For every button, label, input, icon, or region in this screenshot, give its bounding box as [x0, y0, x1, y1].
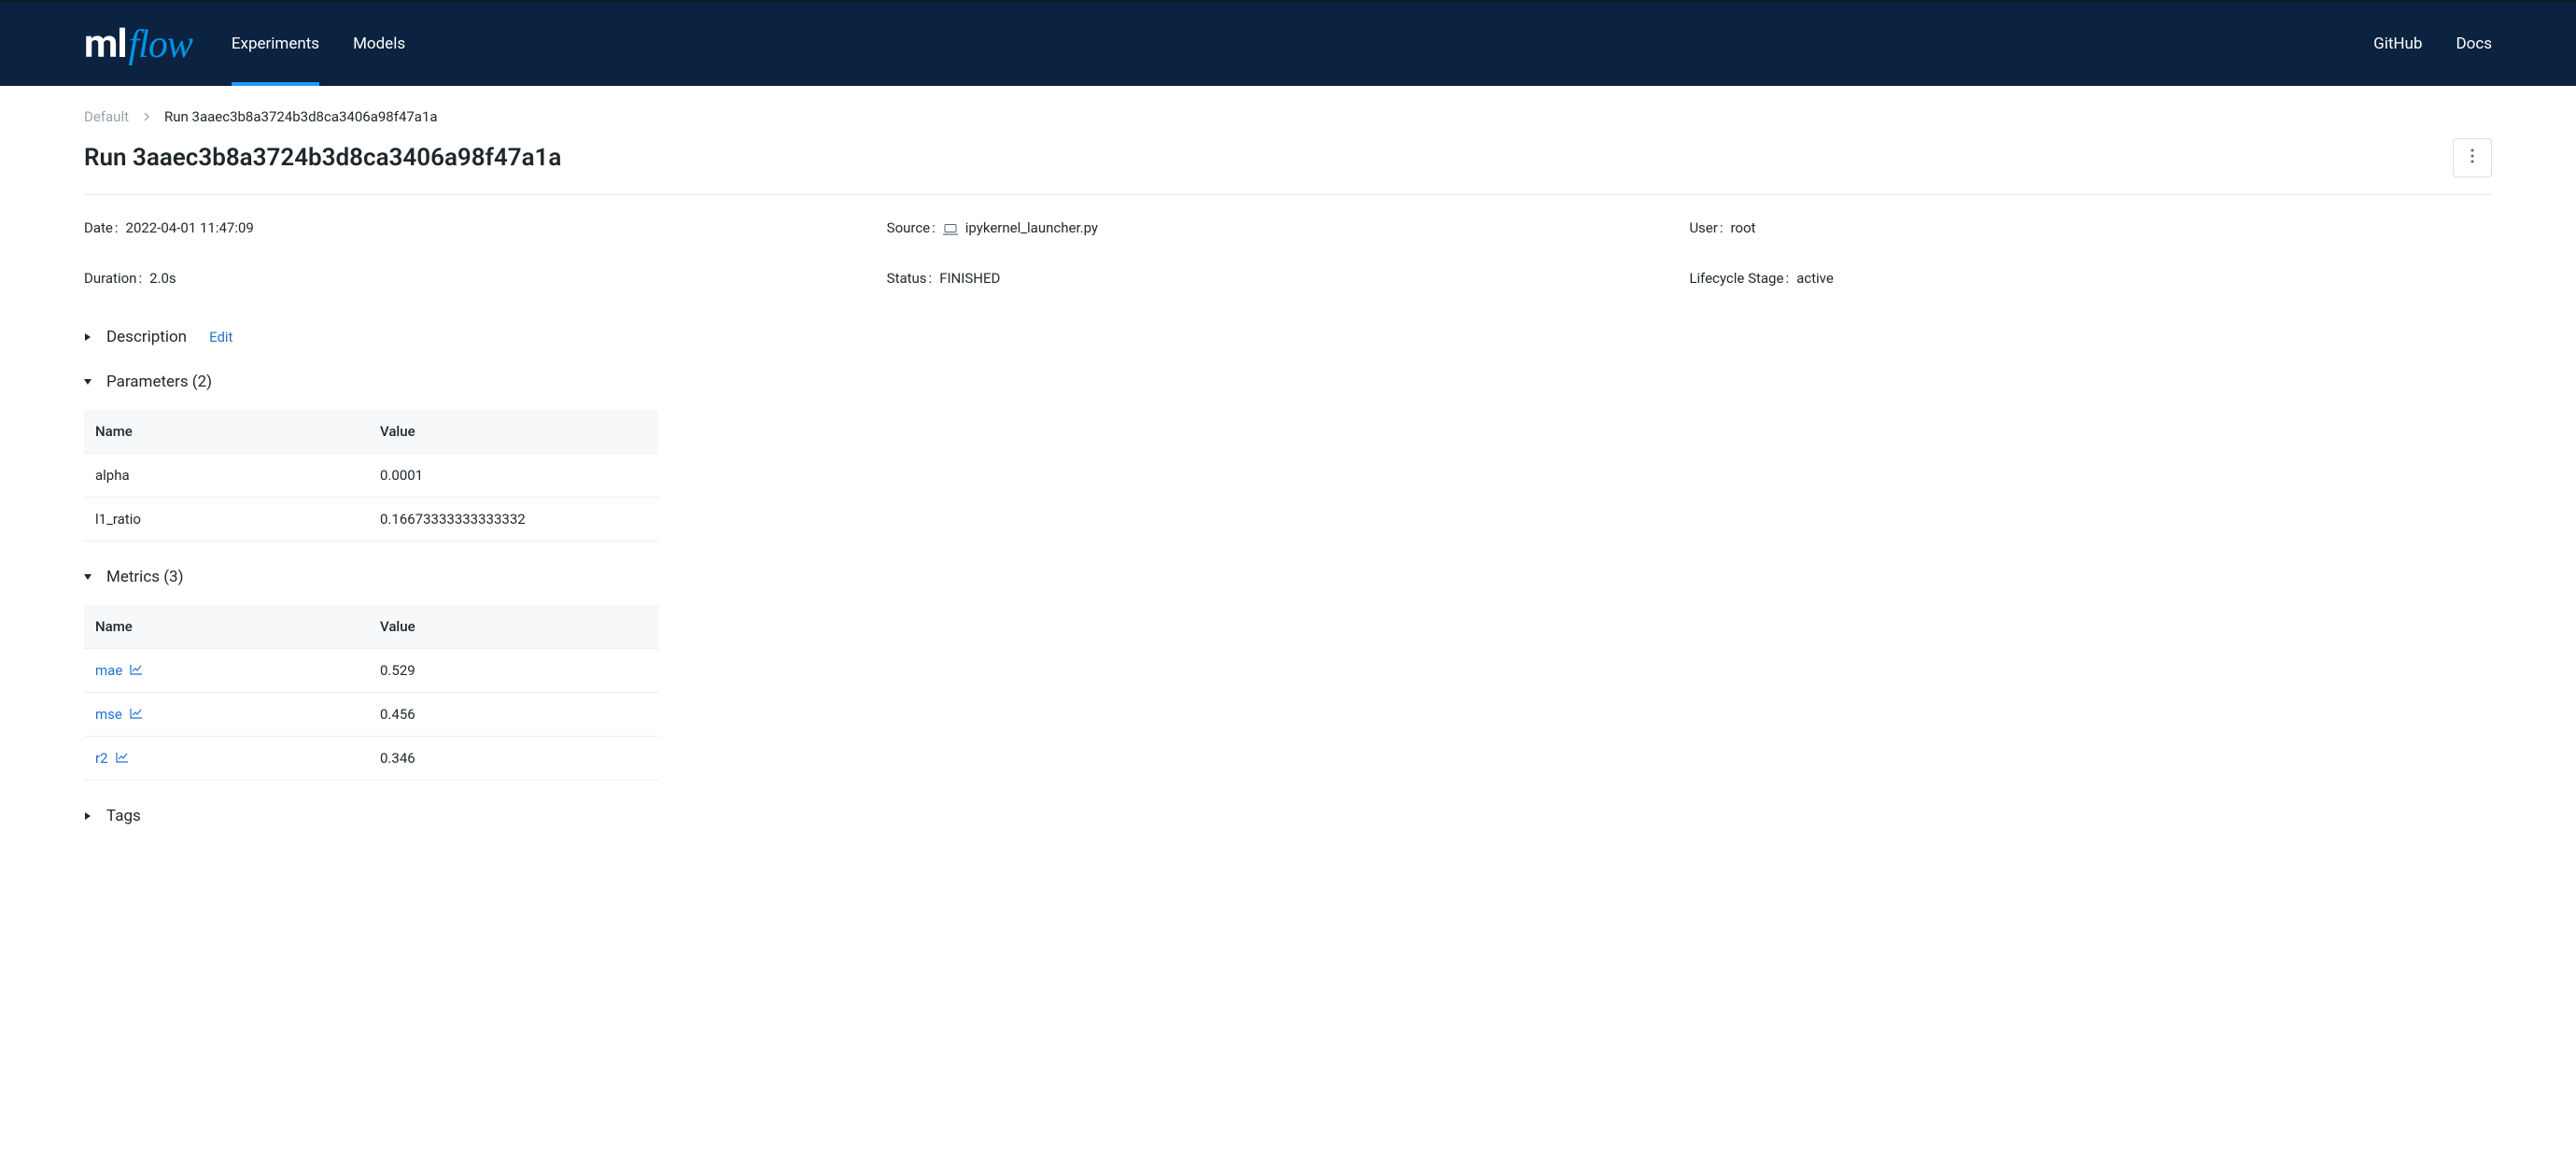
meta-lifecycle-value: active — [1796, 270, 1834, 287]
meta-grid: Date 2022-04-01 11:47:09 Source ipykerne… — [84, 219, 2492, 287]
metric-name-cell: mse — [84, 693, 369, 737]
meta-source-value[interactable]: ipykernel_launcher.py — [943, 219, 1098, 236]
nav-tabs: Experiments Models — [232, 2, 405, 86]
logo-ml: ml — [84, 21, 127, 67]
logo[interactable]: ml flow — [84, 21, 192, 67]
metric-link-r2[interactable]: r2 — [95, 750, 129, 767]
metric-name-cell: r2 — [84, 737, 369, 781]
col-name: Name — [84, 605, 369, 649]
meta-lifecycle-label: Lifecycle Stage — [1689, 270, 1789, 287]
meta-duration-value: 2.0s — [149, 270, 176, 287]
meta-date-value: 2022-04-01 11:47:09 — [126, 219, 254, 236]
kebab-icon — [2470, 148, 2474, 167]
section-parameters-header[interactable]: Parameters (2) — [84, 373, 2492, 391]
table-row: mae 0.529 — [84, 649, 658, 693]
table-header-row: Name Value — [84, 410, 658, 454]
section-metrics-title: Metrics (3) — [106, 568, 184, 586]
edit-description-link[interactable]: Edit — [209, 329, 232, 345]
caret-right-icon — [84, 333, 91, 341]
metric-name-cell: mae — [84, 649, 369, 693]
parameters-table: Name Value alpha 0.0001 l1_ratio 0.16673… — [84, 410, 658, 542]
title-row: Run 3aaec3b8a3724b3d8ca3406a98f47a1a — [84, 138, 2492, 195]
more-actions-button[interactable] — [2453, 138, 2492, 177]
param-value: 0.0001 — [369, 454, 658, 498]
section-description-header[interactable]: Description Edit — [84, 328, 2492, 346]
meta-status: Status FINISHED — [887, 270, 1690, 287]
meta-user: User root — [1689, 219, 2492, 236]
meta-source-label: Source — [887, 219, 936, 236]
meta-date: Date 2022-04-01 11:47:09 — [84, 219, 887, 236]
meta-duration-label: Duration — [84, 270, 142, 287]
caret-down-icon — [84, 573, 91, 581]
nav-link-github[interactable]: GitHub — [2373, 35, 2422, 53]
table-row: alpha 0.0001 — [84, 454, 658, 498]
metric-value: 0.456 — [369, 693, 658, 737]
chart-icon — [130, 706, 143, 723]
meta-date-label: Date — [84, 219, 119, 236]
meta-source-text: ipykernel_launcher.py — [965, 219, 1098, 236]
param-name: alpha — [84, 454, 369, 498]
chart-icon — [130, 662, 143, 679]
caret-right-icon — [84, 812, 91, 820]
nav-tab-experiments[interactable]: Experiments — [232, 2, 319, 86]
section-tags-title: Tags — [106, 807, 141, 825]
laptop-icon — [943, 222, 958, 233]
param-name: l1_ratio — [84, 498, 369, 542]
section-metrics: Metrics (3) Name Value mae 0.529 — [84, 568, 2492, 781]
breadcrumb-root[interactable]: Default — [84, 108, 129, 125]
table-header-row: Name Value — [84, 605, 658, 649]
content: Default Run 3aaec3b8a3724b3d8ca3406a98f4… — [0, 86, 2576, 908]
nav-link-docs[interactable]: Docs — [2456, 35, 2492, 53]
caret-down-icon — [84, 378, 91, 386]
meta-source: Source ipykernel_launcher.py — [887, 219, 1690, 236]
meta-status-label: Status — [887, 270, 933, 287]
metric-name: mse — [95, 706, 122, 723]
metric-name: mae — [95, 662, 122, 679]
breadcrumb: Default Run 3aaec3b8a3724b3d8ca3406a98f4… — [84, 108, 2492, 125]
meta-duration: Duration 2.0s — [84, 270, 887, 287]
col-value: Value — [369, 605, 658, 649]
section-tags-header[interactable]: Tags — [84, 807, 2492, 825]
section-metrics-header[interactable]: Metrics (3) — [84, 568, 2492, 586]
col-name: Name — [84, 410, 369, 454]
topbar: ml flow Experiments Models GitHub Docs — [0, 0, 2576, 86]
nav-right: GitHub Docs — [2373, 35, 2492, 53]
meta-user-value: root — [1730, 219, 1755, 236]
section-description: Description Edit — [84, 328, 2492, 346]
metric-link-mse[interactable]: mse — [95, 706, 143, 723]
meta-lifecycle: Lifecycle Stage active — [1689, 270, 2492, 287]
meta-status-value: FINISHED — [939, 270, 1000, 287]
metric-value: 0.346 — [369, 737, 658, 781]
col-value: Value — [369, 410, 658, 454]
breadcrumb-current: Run 3aaec3b8a3724b3d8ca3406a98f47a1a — [164, 108, 438, 125]
page-title: Run 3aaec3b8a3724b3d8ca3406a98f47a1a — [84, 144, 561, 172]
metrics-table: Name Value mae 0.529 — [84, 605, 658, 781]
metric-name: r2 — [95, 750, 108, 767]
nav-tab-models[interactable]: Models — [353, 2, 405, 86]
param-value: 0.16673333333333332 — [369, 498, 658, 542]
section-parameters: Parameters (2) Name Value alpha 0.0001 l… — [84, 373, 2492, 542]
metric-link-mae[interactable]: mae — [95, 662, 143, 679]
meta-user-label: User — [1689, 219, 1723, 236]
chart-icon — [116, 750, 129, 767]
table-row: mse 0.456 — [84, 693, 658, 737]
metric-value: 0.529 — [369, 649, 658, 693]
table-row: r2 0.346 — [84, 737, 658, 781]
section-description-title: Description — [106, 328, 187, 346]
section-tags: Tags — [84, 807, 2492, 825]
logo-flow: flow — [129, 22, 192, 67]
chevron-right-icon — [142, 108, 151, 125]
table-row: l1_ratio 0.16673333333333332 — [84, 498, 658, 542]
section-parameters-title: Parameters (2) — [106, 373, 212, 391]
